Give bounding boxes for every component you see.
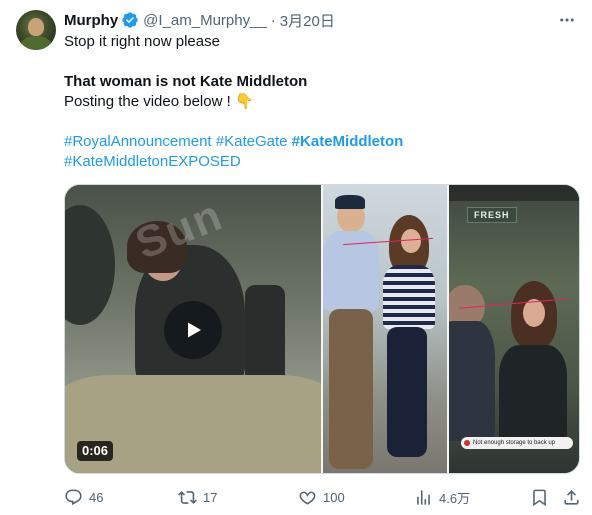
hashtag-kate-gate[interactable]: #KateGate — [216, 133, 288, 150]
play-icon[interactable] — [164, 301, 222, 359]
heart-icon — [299, 491, 316, 505]
views-icon — [417, 489, 430, 505]
repost-icon — [178, 490, 197, 504]
views-count: 4.6万 — [439, 490, 471, 506]
bookmark-icon — [533, 489, 546, 506]
hashtag-kate-middleton[interactable]: #KateMiddleton — [292, 133, 404, 150]
like-button[interactable]: 100 — [298, 484, 345, 510]
views-button[interactable]: 4.6万 — [414, 484, 470, 510]
text-line-2: That woman is not Kate Middleton — [64, 73, 308, 90]
more-icon[interactable] — [556, 10, 578, 30]
hashtag-royal-announcement[interactable]: #RoyalAnnouncement — [64, 133, 212, 150]
verified-badge-icon — [122, 12, 138, 28]
author-name[interactable]: Murphy — [64, 12, 118, 29]
author-handle[interactable]: @I_am_Murphy__ — [143, 12, 267, 29]
bookmark-button[interactable] — [530, 484, 549, 510]
photo-middle — [323, 185, 449, 473]
tweet-date[interactable]: 3月20日 — [280, 10, 335, 31]
share-icon — [564, 489, 579, 505]
hashtag-kate-middleton-exposed[interactable]: #KateMiddletonEXPOSED — [64, 153, 241, 170]
text-line-3: Posting the video below ! 👇 — [64, 93, 254, 110]
text-line-1: Stop it right now please — [64, 33, 220, 50]
repost-button[interactable]: 17 — [178, 484, 217, 510]
separator: · — [270, 11, 276, 29]
photo-right: FRESH Not enough storage to back up — [449, 185, 579, 473]
video-player[interactable]: Sun 0:06 FRESH Not enough storage to bac… — [64, 184, 580, 474]
tweet[interactable]: Murphy @I_am_Murphy__ · 3月20日 Stop it ri… — [0, 0, 592, 515]
tweet-header: Murphy @I_am_Murphy__ · 3月20日 — [64, 10, 335, 30]
action-bar: 46 17 100 4.6万 — [56, 484, 586, 510]
repost-count: 17 — [203, 489, 218, 505]
video-duration: 0:06 — [77, 441, 114, 461]
avatar[interactable] — [16, 10, 56, 50]
sign-text: FRESH — [467, 207, 517, 223]
share-button[interactable] — [562, 484, 581, 510]
reply-icon — [65, 489, 82, 505]
storage-toast: Not enough storage to back up — [461, 437, 573, 449]
reply-count: 46 — [89, 489, 104, 505]
video-frame-left: Sun 0:06 — [65, 185, 323, 473]
reply-button[interactable]: 46 — [64, 484, 103, 510]
like-count: 100 — [323, 489, 345, 505]
tweet-text: Stop it right now please That woman is n… — [64, 32, 584, 172]
